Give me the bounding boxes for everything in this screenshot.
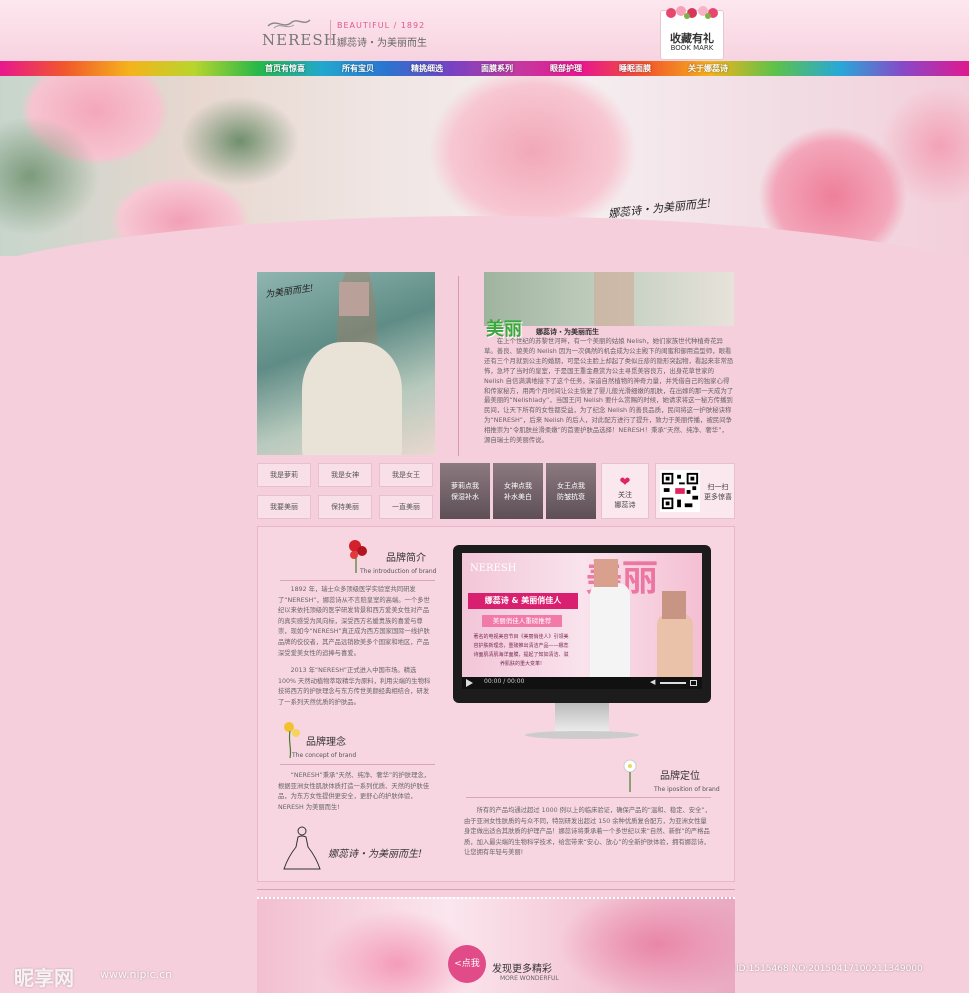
pill-always-beauty[interactable]: 一直美丽 bbox=[379, 495, 433, 519]
heart-icon: ❤ bbox=[619, 475, 631, 490]
more-subtitle: MORE WONDERFUL bbox=[500, 975, 559, 982]
more-title: 发现更多精彩 bbox=[492, 964, 552, 975]
video-headline: 娜蕊诗 & 美丽俏佳人 bbox=[468, 593, 578, 609]
video-logo: NERESH bbox=[470, 563, 517, 574]
position-title: 品牌定位 bbox=[660, 771, 700, 782]
video-controls[interactable]: 00:00 / 00:00 ◀ bbox=[462, 677, 702, 689]
tile-loli-line2: 保湿补水 bbox=[451, 493, 479, 501]
tile-goddess-line1: 女神点我 bbox=[504, 482, 532, 490]
bride-icon bbox=[283, 826, 321, 870]
video-monitor: NERESH 娜蕊诗 & 美丽俏佳人 美丽俏佳人重磅推荐 著名的电视美容节目《美… bbox=[453, 545, 711, 703]
bookmark-sublabel: BOOK MARK bbox=[670, 44, 714, 52]
footer-banner bbox=[257, 897, 735, 993]
video-time: 00:00 / 00:00 bbox=[484, 678, 525, 685]
video-subhead: 美丽俏佳人重磅推荐 bbox=[482, 615, 562, 627]
pill-goddess[interactable]: 我是女神 bbox=[318, 463, 372, 487]
qr-panel[interactable]: 扫一扫 更多惊喜 bbox=[655, 463, 735, 519]
pill-keep-beauty[interactable]: 保持美丽 bbox=[318, 495, 372, 519]
more-button[interactable]: <点我 bbox=[448, 945, 486, 983]
nav-item-eye-care[interactable]: 眼部护理 bbox=[550, 61, 582, 76]
fullscreen-icon[interactable] bbox=[690, 680, 697, 686]
model-photo: 为美丽而生! bbox=[257, 272, 435, 455]
monitor-stand bbox=[555, 703, 609, 733]
monitor-base bbox=[525, 731, 639, 739]
intro-paragraph: 1892 年，瑞士众多顶级医学实验室共同研发了“NERESH”，娜蕊诗从不言赔皇… bbox=[278, 586, 430, 657]
concept-divider bbox=[280, 764, 435, 765]
pill-queen[interactable]: 我是女王 bbox=[379, 463, 433, 487]
watermark-site: 昵享网 bbox=[14, 966, 74, 990]
pill-want-beauty[interactable]: 我要美丽 bbox=[257, 495, 311, 519]
nav-item-selected[interactable]: 精挑细选 bbox=[411, 61, 443, 76]
qr-label-2: 更多惊喜 bbox=[704, 493, 732, 501]
tile-goddess[interactable]: 女神点我 补水美白 bbox=[493, 463, 543, 519]
divider bbox=[458, 276, 459, 456]
qr-label-1: 扫一扫 bbox=[707, 483, 729, 491]
bookmark-button[interactable]: 收藏有礼 BOOK MARK bbox=[660, 6, 724, 60]
pill-loli[interactable]: 我是萝莉 bbox=[257, 463, 311, 487]
concept-title: 品牌理念 bbox=[306, 737, 346, 748]
follow-button[interactable]: ❤ 关注 娜蕊诗 bbox=[601, 463, 649, 519]
intro-subtitle: The introduction of brand bbox=[360, 568, 437, 575]
nav-item-home[interactable]: 首页有惊喜 bbox=[265, 61, 305, 76]
tile-queen-line2: 防皱抗衰 bbox=[557, 493, 585, 501]
video-description: 著名的电视美容节目《美丽俏佳人》引领美容护肤新理念，重磅推出清洁产品——娜蕊诗面… bbox=[473, 634, 569, 667]
logo[interactable]: NERESH bbox=[262, 31, 338, 49]
nav-item-masks[interactable]: 面膜系列 bbox=[481, 61, 513, 76]
intro-paragraph-2: 2013 年“NERESH”正式进入中国市场。精选 100% 天然动植物萃取精华… bbox=[278, 667, 431, 706]
flowers-icon bbox=[666, 6, 718, 19]
white-flower-icon bbox=[623, 759, 637, 792]
tagline-en: BEAUTIFUL / 1892 bbox=[337, 21, 426, 30]
nav-item-sleep-mask[interactable]: 睡眠面膜 bbox=[619, 61, 651, 76]
header bbox=[0, 0, 969, 61]
tile-queen-line1: 女王点我 bbox=[557, 482, 585, 490]
brand-story: 在上个世纪的苏黎世河畔，有一个美丽的姑娘 Nelish，她们家族世代种植奇花异草… bbox=[484, 337, 734, 445]
hero-banner bbox=[0, 76, 969, 256]
position-paragraph: 所有的产品均通过超过 1000 例以上的临床验证，确保产品的“温和、稳定、安全”… bbox=[464, 807, 711, 857]
follow-label-1: 关注 bbox=[618, 491, 632, 499]
play-icon[interactable] bbox=[466, 679, 473, 687]
tile-queen[interactable]: 女王点我 防皱抗衰 bbox=[546, 463, 596, 519]
intro-title: 品牌简介 bbox=[386, 553, 426, 564]
story-heading-sub: 娜蕊诗・为美丽而生 bbox=[536, 328, 599, 336]
concept-script: 娜蕊诗・为美丽而生! bbox=[328, 849, 423, 860]
tile-loli-line1: 萝莉点我 bbox=[451, 482, 479, 490]
qr-code-icon bbox=[660, 470, 700, 512]
nav-item-about[interactable]: 关于娜蕊诗 bbox=[688, 61, 728, 76]
nav-bar: 首页有惊喜 所有宝贝 精挑细选 面膜系列 眼部护理 睡眠面膜 关于娜蕊诗 bbox=[0, 61, 969, 76]
tile-goddess-line2: 补水美白 bbox=[504, 493, 532, 501]
position-divider bbox=[466, 797, 711, 798]
position-subtitle: The iposition of brand bbox=[654, 786, 720, 793]
volume-icon[interactable]: ◀ bbox=[650, 678, 655, 686]
concept-subtitle: The concept of brand bbox=[292, 752, 357, 759]
intro-divider bbox=[280, 580, 435, 581]
follow-label-2: 娜蕊诗 bbox=[614, 501, 636, 509]
photo-script: 为美丽而生! bbox=[264, 283, 315, 301]
watermark-url: www.nipic.cn bbox=[100, 968, 173, 981]
volume-slider[interactable] bbox=[660, 682, 686, 684]
nav-item-all[interactable]: 所有宝贝 bbox=[342, 61, 374, 76]
concept-paragraph: “NERESH”秉承“天然、纯净、奢华”的护肤理念，根据亚洲女性肌肤体质打造一系… bbox=[278, 772, 430, 811]
section-divider bbox=[257, 889, 735, 890]
tile-loli[interactable]: 萝莉点我 保湿补水 bbox=[440, 463, 490, 519]
slogan: 娜蕊诗・为美丽而生 bbox=[337, 38, 427, 49]
logo-divider bbox=[330, 20, 331, 45]
watermark-id: ID:1515468 NO:20150417100211349000 bbox=[736, 964, 923, 974]
video-player[interactable]: NERESH 娜蕊诗 & 美丽俏佳人 美丽俏佳人重磅推荐 著名的电视美容节目《美… bbox=[462, 553, 702, 689]
